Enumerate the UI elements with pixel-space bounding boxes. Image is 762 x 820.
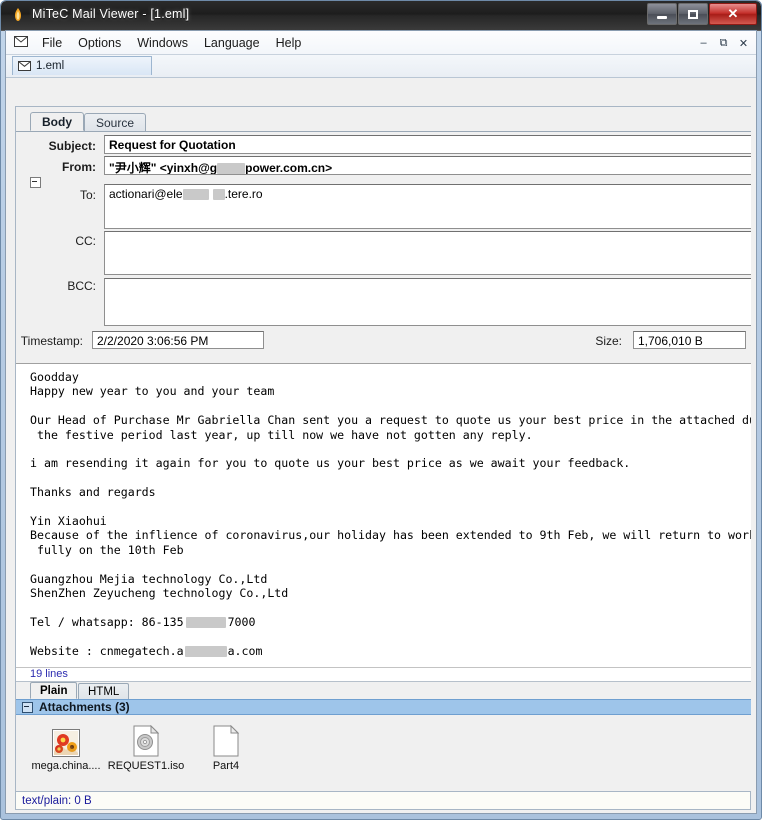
menu-language[interactable]: Language <box>196 34 268 52</box>
body-line: i am resending it again for you to quote… <box>30 456 631 471</box>
menu-windows[interactable]: Windows <box>129 34 196 52</box>
body-line: Happy new year to you and your team <box>30 384 275 399</box>
body-line: Our Head of Purchase Mr Gabriella Chan s… <box>30 413 751 428</box>
size-field[interactable]: 1,706,010 B <box>633 331 746 349</box>
body-line <box>30 442 751 456</box>
body-line <box>30 629 751 643</box>
body-line: the festive period last year, up till no… <box>30 427 533 442</box>
cc-label: CC: <box>75 234 96 248</box>
maximize-button[interactable] <box>678 3 708 25</box>
menu-items: File Options Windows Language Help <box>34 31 309 54</box>
body-line: fully on the 10th Feb <box>30 542 184 557</box>
status-text: text/plain: 0 B <box>22 794 92 807</box>
to-value-prefix: actionari@ele <box>109 187 183 201</box>
menu-file[interactable]: File <box>34 34 70 52</box>
status-bar: text/plain: 0 B <box>15 791 751 810</box>
timestamp-value: 2/2/2020 3:06:56 PM <box>97 334 209 348</box>
tab-html[interactable]: HTML <box>78 683 130 699</box>
document-tab-bar: 1.eml <box>6 55 756 78</box>
from-value-prefix: "尹小辉" <yinxh@g <box>109 161 218 175</box>
from-field[interactable]: "尹小辉" <yinxh@g power.com.cn> <box>104 156 751 175</box>
flame-icon <box>10 7 26 23</box>
size-value: 1,706,010 B <box>638 334 703 348</box>
mdi-close-button[interactable]: ✕ <box>734 34 753 52</box>
body-line: Thanks and regards <box>30 485 156 500</box>
body-line: Yin Xiaohui <box>30 514 107 528</box>
attachments-list: mega.china.... REQUEST1.iso Part4 <box>30 721 262 774</box>
tab-plain[interactable]: Plain <box>30 682 78 699</box>
redaction-block <box>212 189 225 201</box>
attachments-header-label: Attachments (3) <box>39 700 130 714</box>
tab-body[interactable]: Body <box>30 112 84 131</box>
window-title: MiTeC Mail Viewer - [1.eml] <box>32 7 190 21</box>
body-line: ShenZhen Zeyucheng technology Co.,Ltd <box>30 586 289 601</box>
cc-field[interactable] <box>104 231 751 275</box>
message-panel: Body Source Subject: Request for Quotati… <box>15 106 751 791</box>
subject-field[interactable]: Request for Quotation <box>104 135 751 154</box>
header-fields: Subject: Request for Quotation From: "尹小… <box>16 132 751 349</box>
document-tab-1eml[interactable]: 1.eml <box>12 56 152 75</box>
attachment-item[interactable]: REQUEST1.iso <box>107 721 185 774</box>
tab-source[interactable]: Source <box>84 113 147 131</box>
body-line: Because of the inflience of coronavirus,… <box>30 528 751 543</box>
body-line: Tel / whatsapp: 86-135 7000 <box>30 614 256 629</box>
body-line <box>30 471 751 485</box>
envelope-icon <box>14 36 28 47</box>
attachment-name: Part4 <box>212 760 240 772</box>
size-label: Size: <box>595 334 622 348</box>
attachments-panel: mega.china.... REQUEST1.iso Part4 <box>16 715 751 791</box>
bcc-field[interactable] <box>104 278 751 326</box>
timestamp-label: Timestamp: <box>20 334 83 348</box>
menu-options[interactable]: Options <box>70 34 129 52</box>
body-line <box>30 399 751 413</box>
body-line <box>30 600 751 614</box>
view-tab-bar: Body Source <box>16 112 751 132</box>
menu-bar: File Options Windows Language Help – ⧉ ✕ <box>6 31 756 55</box>
mdi-minimize-button[interactable]: – <box>694 34 713 52</box>
from-value-suffix: power.com.cn> <box>245 161 333 175</box>
collapse-minus-icon[interactable] <box>30 177 41 188</box>
subject-value: Request for Quotation <box>109 138 236 152</box>
minimize-button[interactable] <box>647 3 677 25</box>
redaction-block <box>217 163 246 174</box>
title-bar: MiTeC Mail Viewer - [1.eml] ✕ <box>1 1 761 31</box>
body-line: Guangzhou Mejia technology Co.,Ltd <box>30 571 268 586</box>
mdi-window-buttons: – ⧉ ✕ <box>694 34 753 52</box>
to-label: To: <box>79 188 96 202</box>
document-tab-label: 1.eml <box>36 60 65 72</box>
to-value-suffix: .tere.ro <box>224 187 263 201</box>
from-label: From: <box>62 160 96 174</box>
collapse-minus-icon[interactable] <box>22 701 33 713</box>
attachment-name: mega.china.... <box>31 760 101 772</box>
timestamp-field[interactable]: 2/2/2020 3:06:56 PM <box>92 331 264 349</box>
close-button[interactable]: ✕ <box>709 3 757 25</box>
attachment-item[interactable]: mega.china.... <box>30 721 102 774</box>
to-field[interactable]: actionari@ele .tere.ro <box>104 184 751 229</box>
format-tab-bar: Plain HTML <box>16 682 751 700</box>
redaction-block <box>182 189 209 201</box>
message-body-text[interactable]: Goodday Happy new year to you and your te… <box>16 363 751 668</box>
attachments-header[interactable]: Attachments (3) <box>16 699 751 715</box>
body-line: Goodday <box>30 370 79 384</box>
envelope-icon <box>18 61 31 71</box>
line-count-label: 19 lines <box>16 668 751 682</box>
blank-file-icon <box>213 723 239 757</box>
window-buttons: ✕ <box>647 3 757 25</box>
menu-help[interactable]: Help <box>268 34 310 52</box>
attachment-name: REQUEST1.iso <box>107 760 185 772</box>
bcc-label: BCC: <box>67 279 96 293</box>
body-line <box>30 557 751 571</box>
body-line: Website : cnmegatech.a a.com <box>30 643 263 658</box>
redaction-block <box>184 645 227 657</box>
image-thumbnail-icon <box>52 723 80 757</box>
redaction-block <box>185 616 226 628</box>
attachment-item[interactable]: Part4 <box>190 721 262 774</box>
client-area: File Options Windows Language Help – ⧉ ✕ <box>5 30 757 814</box>
application-window: MiTeC Mail Viewer - [1.eml] ✕ File Optio… <box>0 0 762 820</box>
mdi-restore-button[interactable]: ⧉ <box>714 34 733 52</box>
subject-label: Subject: <box>48 139 96 153</box>
disc-image-file-icon <box>133 723 159 757</box>
body-line <box>30 500 751 514</box>
